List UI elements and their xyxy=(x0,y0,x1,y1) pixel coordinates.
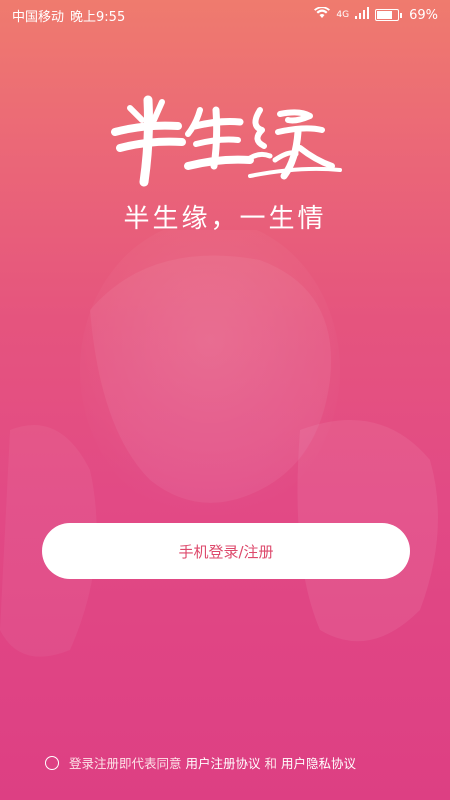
privacy-policy-link[interactable]: 用户隐私协议 xyxy=(281,753,356,772)
app-logo-calligraphy xyxy=(111,95,342,187)
background-portrait-image xyxy=(0,230,438,657)
user-agreement-link[interactable]: 用户注册协议 xyxy=(186,753,261,772)
status-bar: 中国移动 晚上9:55 4G 69% xyxy=(0,0,450,30)
time-label: 晚上9:55 xyxy=(70,9,126,25)
agreement-radio-button[interactable] xyxy=(45,755,59,770)
agreement-prefix-text: 登录注册即代表同意 xyxy=(69,756,182,771)
battery-icon xyxy=(375,9,403,21)
agreement-row: 登录注册即代表同意 用户注册协议 和 用户隐私协议 xyxy=(45,753,435,772)
phone-login-register-button[interactable]: 手机登录/注册 xyxy=(42,523,410,579)
signal-icon xyxy=(355,7,370,23)
agreement-conjunction-text: 和 xyxy=(264,756,278,771)
wifi-icon xyxy=(314,6,331,23)
battery-percent: 69% xyxy=(409,7,438,23)
slogan-text: 半生缘，一生情 xyxy=(123,204,327,234)
carrier-label: 中国移动 xyxy=(12,9,65,25)
network-type-label: 4G xyxy=(336,10,350,20)
